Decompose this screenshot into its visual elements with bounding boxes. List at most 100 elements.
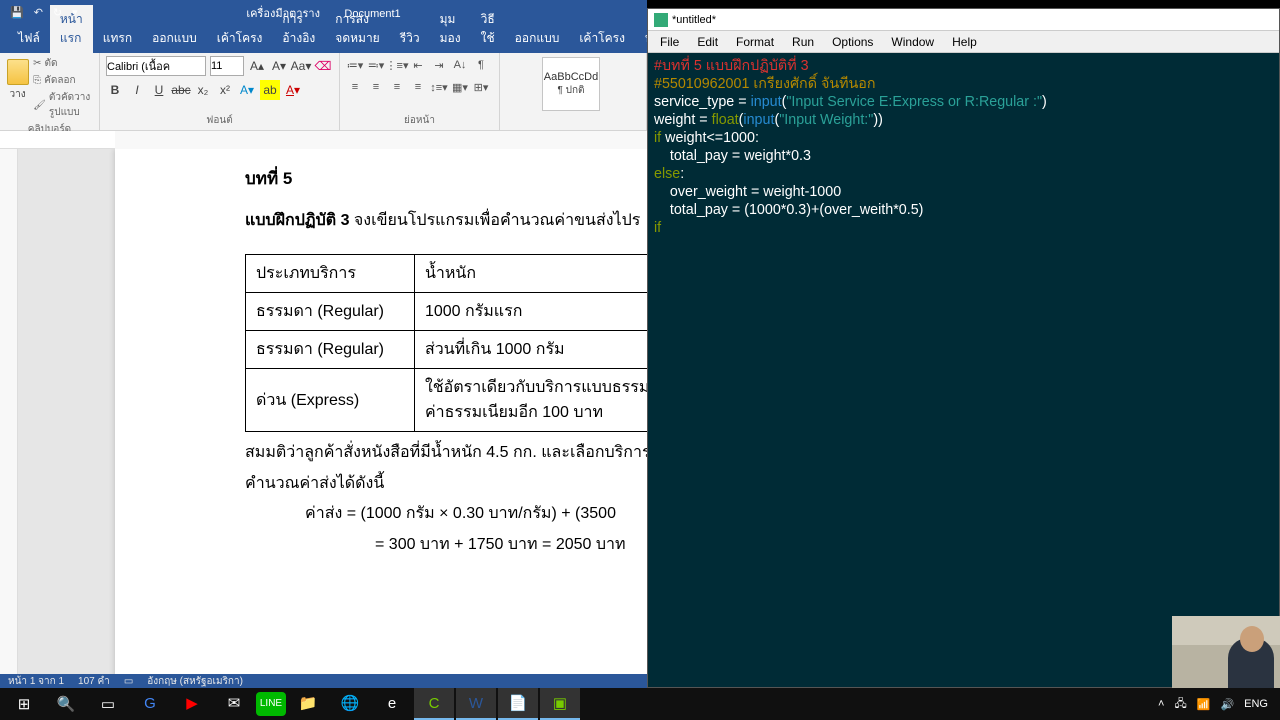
paste-icon	[7, 59, 29, 85]
status-lang[interactable]: อังกฤษ (สหรัฐอเมริกา)	[147, 674, 243, 689]
tab-mailings[interactable]: การส่งจดหมาย	[325, 5, 389, 53]
undo-icon[interactable]: ↶	[34, 6, 43, 19]
horizontal-ruler[interactable]	[0, 131, 647, 149]
qat-more-icon[interactable]: ▾	[72, 6, 78, 19]
strike-button[interactable]: abc	[172, 80, 190, 100]
tray-network-icon[interactable]: 🖧	[1174, 695, 1186, 714]
menu-edit[interactable]: Edit	[689, 33, 726, 51]
status-page[interactable]: หน้า 1 จาก 1	[8, 674, 64, 689]
align-left-button[interactable]: ≡	[346, 78, 364, 96]
font-label: ฟอนต์	[106, 111, 333, 128]
align-right-button[interactable]: ≡	[388, 78, 406, 96]
word-window: 💾 ↶ ↻ ▾ เครื่องมือตาราง Document1 ไฟล์ ห…	[0, 0, 647, 688]
python-icon	[654, 13, 668, 27]
idle-icon[interactable]: ▣	[540, 688, 580, 720]
editor-titlebar[interactable]: *untitled*	[648, 9, 1279, 31]
vertical-ruler[interactable]	[0, 149, 18, 674]
camtasia-icon[interactable]: C	[414, 688, 454, 720]
borders-button[interactable]: ⊞▾	[472, 78, 490, 96]
shrink-font-button[interactable]: A▾	[270, 56, 288, 76]
font-name-input[interactable]	[106, 56, 206, 76]
youtube-icon[interactable]: ▶	[172, 688, 212, 720]
font-size-input[interactable]	[210, 56, 244, 76]
bold-button[interactable]: B	[106, 80, 124, 100]
show-marks-button[interactable]: ¶	[472, 56, 490, 74]
multilevel-button[interactable]: ⋮≡▾	[388, 56, 406, 74]
tab-review[interactable]: รีวิว	[390, 24, 430, 53]
tab-table-design[interactable]: ออกแบบ	[505, 24, 570, 53]
tab-references[interactable]: การอ้างอิง	[272, 5, 325, 53]
tray-up-icon[interactable]: ˄	[1158, 698, 1164, 710]
calc-intro: คำนวณค่าส่งได้ดังนี้	[245, 469, 647, 499]
status-spell-icon[interactable]: ▭	[124, 676, 133, 687]
search-button[interactable]: 🔍	[46, 688, 86, 720]
numbering-button[interactable]: ≕▾	[367, 56, 385, 74]
tray-lang[interactable]: ENG	[1244, 698, 1268, 710]
status-words[interactable]: 107 คำ	[78, 674, 110, 689]
cut-button[interactable]: ✂ ตัด	[33, 56, 93, 71]
copy-button[interactable]: ⎘ คัดลอก	[33, 73, 93, 88]
ribbon-tabs: ไฟล์ หน้าแรก แทรก ออกแบบ เค้าโครง การอ้า…	[0, 25, 647, 53]
sort-button[interactable]: A↓	[451, 56, 469, 74]
paste-button[interactable]: วาง	[6, 56, 29, 104]
menu-help[interactable]: Help	[944, 33, 985, 51]
change-case-button[interactable]: Aa▾	[292, 56, 310, 76]
font-color-button[interactable]: A▾	[284, 80, 302, 100]
menu-file[interactable]: File	[652, 33, 687, 51]
menu-run[interactable]: Run	[784, 33, 822, 51]
text-effects-button[interactable]: A▾	[238, 80, 256, 100]
shading-button[interactable]: ▦▾	[451, 78, 469, 96]
menu-options[interactable]: Options	[824, 33, 881, 51]
clear-format-button[interactable]: ⌫	[314, 56, 332, 76]
line-spacing-button[interactable]: ↕≡▾	[430, 78, 448, 96]
code-area[interactable]: #บทที่ 5 แบบฝึกปฏิบัติที่ 3 #55010962001…	[648, 53, 1279, 241]
dec-indent-button[interactable]: ⇤	[409, 56, 427, 74]
tab-help[interactable]: วิธีใช้	[471, 5, 505, 53]
superscript-button[interactable]: x²	[216, 80, 234, 100]
underline-button[interactable]: U	[150, 80, 168, 100]
justify-button[interactable]: ≡	[409, 78, 427, 96]
tab-file[interactable]: ไฟล์	[8, 24, 50, 53]
word-icon[interactable]: W	[456, 688, 496, 720]
tab-design[interactable]: ออกแบบ	[142, 24, 207, 53]
tray-volume-icon[interactable]: 🔊	[1220, 698, 1234, 711]
assumption-line: สมมติว่าลูกค้าสั่งหนังสือที่มีน้ำหนัก 4.…	[245, 438, 647, 468]
font-group: A▴ A▾ Aa▾ ⌫ B I U abc x₂ x² A▾ ab A▾ ฟอน	[100, 53, 340, 130]
mail-icon[interactable]: ✉	[214, 688, 254, 720]
save-icon[interactable]: 💾	[10, 6, 24, 19]
explorer-icon[interactable]: 📁	[288, 688, 328, 720]
styles-group: AaBbCcDd ¶ ปกติ	[500, 53, 647, 130]
webcam-overlay	[1172, 616, 1280, 688]
menu-window[interactable]: Window	[883, 33, 942, 51]
format-painter-button[interactable]: 🖌 ตัวคัดวางรูปแบบ	[33, 90, 93, 120]
style-normal[interactable]: AaBbCcDd ¶ ปกติ	[542, 57, 600, 111]
italic-button[interactable]: I	[128, 80, 146, 100]
tab-layout[interactable]: เค้าโครง	[207, 24, 273, 53]
tab-insert[interactable]: แทรก	[93, 24, 142, 53]
document-area[interactable]: บทที่ 5 แบบฝึกปฏิบัติ 3 จงเขียนโปรแกรมเพ…	[0, 149, 647, 674]
code-editor-window: *untitled* File Edit Format Run Options …	[647, 8, 1280, 688]
highlight-button[interactable]: ab	[260, 80, 280, 100]
inc-indent-button[interactable]: ⇥	[430, 56, 448, 74]
chrome-icon[interactable]: G	[130, 688, 170, 720]
app3-icon[interactable]: 📄	[498, 688, 538, 720]
menu-format[interactable]: Format	[728, 33, 782, 51]
tab-view[interactable]: มุมมอง	[430, 5, 471, 53]
editor-menubar: File Edit Format Run Options Window Help	[648, 31, 1279, 53]
line-icon[interactable]: LINE	[256, 692, 286, 716]
tray-wifi-icon[interactable]: 📶	[1197, 698, 1211, 711]
start-button[interactable]: ⊞	[4, 688, 44, 720]
redo-icon[interactable]: ↻	[53, 6, 62, 19]
tab-table-layout[interactable]: เค้าโครง	[569, 24, 635, 53]
align-center-button[interactable]: ≡	[367, 78, 385, 96]
chrome2-icon[interactable]: 🌐	[330, 688, 370, 720]
subscript-button[interactable]: x₂	[194, 80, 212, 100]
taskview-button[interactable]: ▭	[88, 688, 128, 720]
document-page[interactable]: บทที่ 5 แบบฝึกปฏิบัติ 3 จงเขียนโปรแกรมเพ…	[115, 149, 647, 674]
editor-title-text: *untitled*	[672, 14, 716, 26]
bullets-button[interactable]: ≔▾	[346, 56, 364, 74]
edge-icon[interactable]: e	[372, 688, 412, 720]
calc-line-1: ค่าส่ง = (1000 กรัม × 0.30 บาท/กรัม) + (…	[305, 499, 647, 529]
service-table: ประเภทบริการน้ำหนัก ธรรมดา (Regular)1000…	[245, 254, 647, 432]
grow-font-button[interactable]: A▴	[248, 56, 266, 76]
